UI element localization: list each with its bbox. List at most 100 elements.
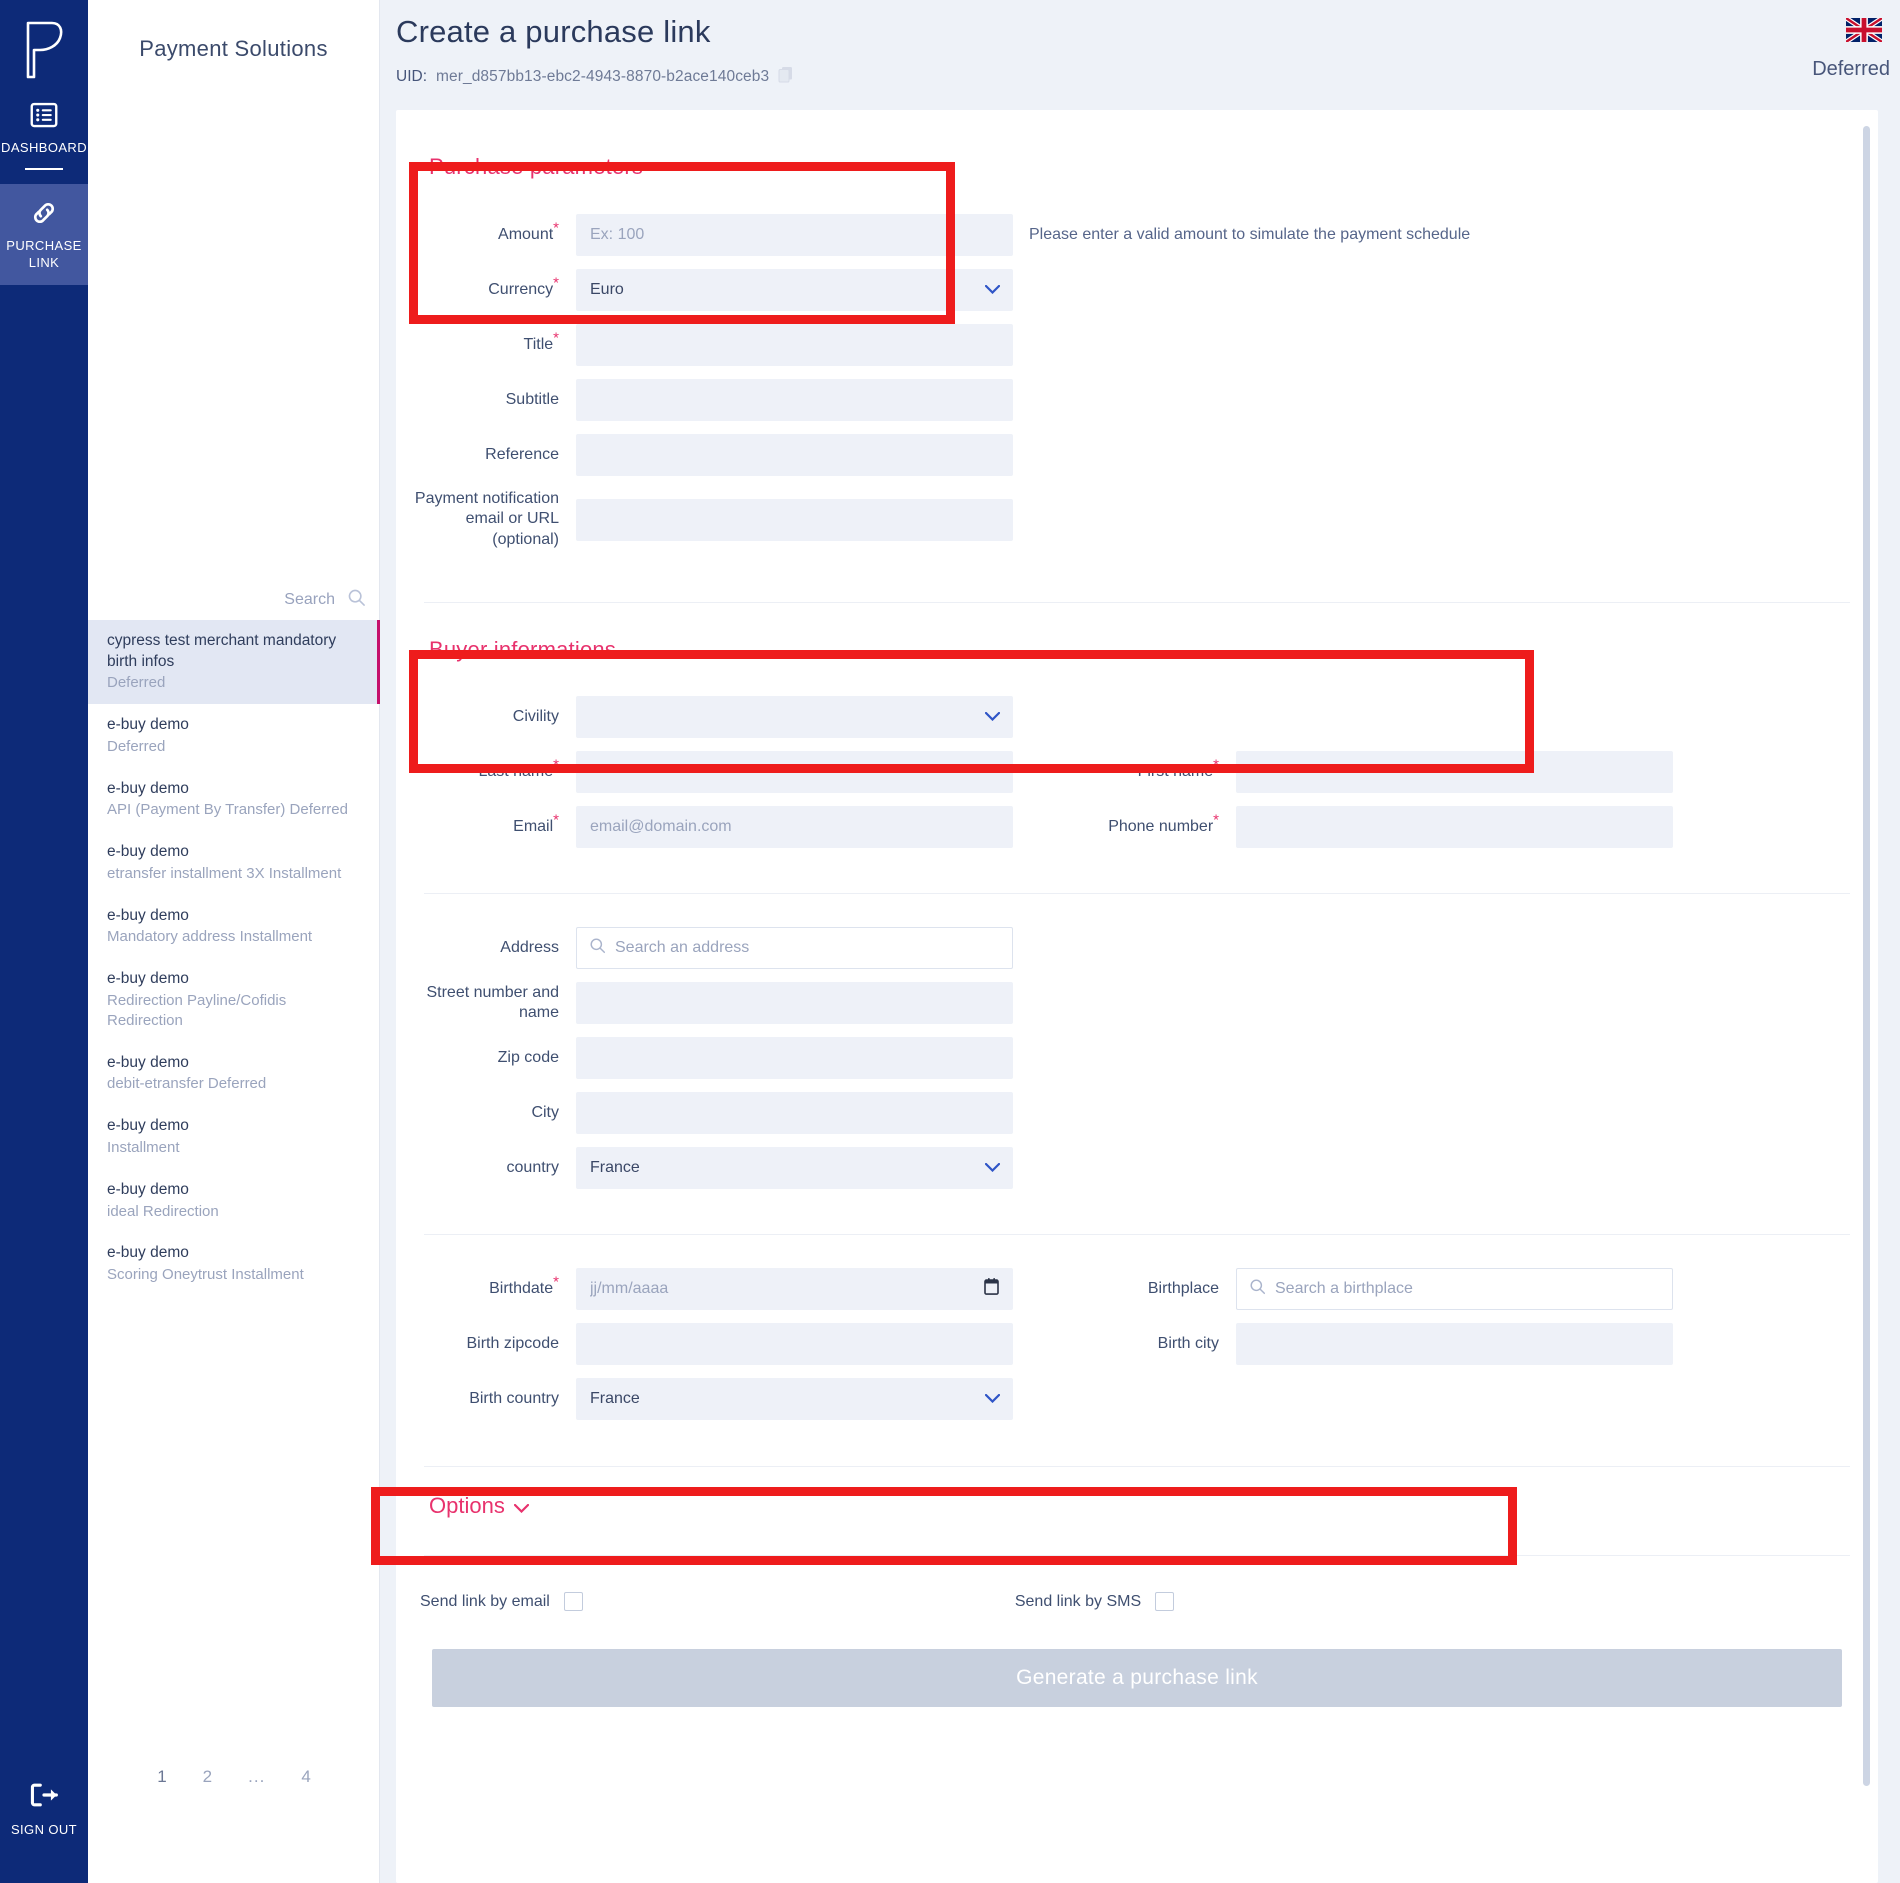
last-name-input[interactable] — [576, 751, 1013, 794]
title-input[interactable] — [576, 324, 1013, 366]
search-icon — [1249, 1278, 1266, 1300]
calendar-icon[interactable] — [984, 1278, 999, 1301]
merchant-list-item[interactable]: e-buy demo debit-etransfer Deferred — [88, 1042, 380, 1106]
merchant-name: e-buy demo — [107, 1244, 189, 1262]
birth-row: Birthdate* jj/mm/aaaa Birthplace Search … — [396, 1268, 1878, 1311]
copy-icon[interactable] — [778, 66, 793, 88]
birthplace-search[interactable] — [1236, 1268, 1673, 1311]
subtitle-input[interactable] — [576, 379, 1013, 421]
search-input[interactable] — [175, 591, 335, 609]
birthplace-input[interactable] — [1266, 1268, 1656, 1311]
send-email-checkbox[interactable] — [563, 1592, 583, 1612]
birthdate-input[interactable] — [576, 1268, 1013, 1311]
left-nav-rail: DASHBOARD PURCHASE LINK SIGN OUT — [0, 0, 88, 1883]
notification-input[interactable] — [576, 498, 1013, 541]
uk-flag-icon[interactable] — [1844, 16, 1884, 44]
birth-country-label: Birth country — [469, 1390, 559, 1408]
app-root: DASHBOARD PURCHASE LINK SIGN OUT Payment… — [0, 0, 1900, 1883]
merchant-mode: Deferred — [107, 737, 166, 755]
divider-4 — [424, 1466, 1850, 1468]
merchant-list-item[interactable]: e-buy demo etransfer installment 3X Insta… — [88, 831, 380, 895]
country-select[interactable] — [576, 1147, 1013, 1190]
email-input[interactable] — [576, 806, 1013, 849]
birthplace-label: Birthplace — [1147, 1280, 1219, 1298]
birth-zip-city-row: Birth zipcode Birth city — [396, 1323, 1878, 1366]
merchant-list-item[interactable]: e-buy demo API (Payment By Transfer) Defe… — [88, 768, 380, 832]
submit-area: Generate a purchase link — [432, 1649, 1842, 1708]
contact-row: Email* Phone number* — [396, 806, 1878, 849]
buyer-informations-title: Buyer informations — [429, 637, 617, 663]
currency-select[interactable] — [576, 269, 1013, 311]
notification-row: Payment notification email or URL (optio… — [396, 489, 1878, 550]
address-search[interactable] — [576, 927, 1013, 970]
merchant-mode: Installment — [107, 1138, 180, 1156]
reference-input[interactable] — [576, 434, 1013, 476]
pagination: 1 2... 4 — [88, 1767, 380, 1787]
generate-purchase-link-button[interactable]: Generate a purchase link — [432, 1649, 1842, 1708]
civility-label: Civility — [512, 708, 559, 726]
title-label: Title* — [523, 329, 559, 353]
pagination-page[interactable]: 4 — [301, 1767, 310, 1787]
divider-1 — [424, 602, 1850, 604]
amount-row: Amount* Please enter a valid amount to s… — [396, 214, 1878, 256]
options-section: Options — [396, 1493, 1878, 1519]
divider-2 — [424, 893, 1850, 895]
sign-out-button[interactable]: SIGN OUT — [0, 1781, 88, 1837]
country-value[interactable] — [576, 1147, 1013, 1190]
civility-select[interactable] — [576, 696, 1013, 739]
send-sms-option[interactable]: Send link by SMS — [1014, 1592, 1175, 1612]
send-sms-label: Send link by SMS — [1014, 1592, 1142, 1610]
merchant-search-row — [88, 588, 380, 612]
divider-5 — [424, 1555, 1850, 1557]
divider-3 — [424, 1234, 1850, 1236]
search-icon[interactable] — [347, 588, 366, 612]
chain-link-icon — [27, 196, 61, 230]
merchant-list-item[interactable]: e-buy demo ideal Redirection — [88, 1169, 380, 1233]
birth-country-select[interactable] — [576, 1378, 1013, 1421]
birth-zipcode-input[interactable] — [576, 1323, 1013, 1366]
merchant-name: e-buy demo — [107, 779, 189, 797]
options-toggle[interactable]: Options — [429, 1493, 529, 1519]
sidebar-item-purchase-link[interactable]: PURCHASE LINK — [0, 184, 88, 286]
merchant-name: e-buy demo — [107, 1053, 189, 1071]
vertical-scrollbar[interactable] — [1863, 126, 1870, 1786]
merchant-list-item[interactable]: e-buy demo Mandatory address Installment — [88, 895, 380, 959]
options-title: Options — [429, 1493, 505, 1519]
birthdate-field[interactable] — [576, 1268, 1013, 1311]
pagination-page[interactable]: 1 — [157, 1767, 166, 1787]
amount-input[interactable] — [576, 214, 1013, 256]
merchant-name: e-buy demo — [107, 1180, 189, 1198]
subtitle-label: Subtitle — [505, 390, 559, 408]
merchant-list-item[interactable]: cypress test merchant mandatory birth in… — [88, 620, 380, 705]
merchant-list-item[interactable]: e-buy demo Installment — [88, 1105, 380, 1169]
address-input[interactable] — [606, 927, 996, 970]
first-name-input[interactable] — [1236, 751, 1673, 794]
sidebar-item-dashboard[interactable]: DASHBOARD — [0, 86, 88, 184]
merchant-list-item[interactable]: e-buy demo Redirection Payline/Cofidis Re… — [88, 958, 380, 1041]
street-input[interactable] — [576, 982, 1013, 1025]
merchant-list-item[interactable]: e-buy demo Scoring Oneytrust Installment — [88, 1232, 380, 1296]
uid-row: UID: mer_d857bb13-ebc2-4943-8870-b2ace14… — [396, 66, 1900, 88]
merchant-mode: etransfer installment 3X Installment — [107, 864, 342, 882]
city-input[interactable] — [576, 1092, 1013, 1135]
civility-value[interactable] — [576, 696, 1013, 739]
names-row: Last name* First name* — [396, 751, 1878, 794]
pagination-page[interactable]: 2 — [203, 1767, 212, 1787]
form-card: Purchase parameters Amount* Please enter… — [396, 110, 1878, 1883]
birth-city-input[interactable] — [1236, 1323, 1673, 1366]
currency-value[interactable] — [576, 269, 1013, 311]
merchant-panel: Payment Solutions cypress test merchant … — [88, 0, 380, 1883]
amount-hint: Please enter a valid amount to simulate … — [1029, 226, 1471, 243]
merchant-list-item[interactable]: e-buy demo Deferred — [88, 704, 380, 768]
send-sms-checkbox[interactable] — [1155, 1592, 1175, 1612]
birth-country-value[interactable] — [576, 1378, 1013, 1421]
merchant-mode: Redirection Payline/Cofidis Redirection — [107, 991, 287, 1029]
pagination-ellipsis: ... — [248, 1767, 266, 1786]
send-email-option[interactable]: Send link by email — [420, 1592, 583, 1612]
required-marker: * — [553, 219, 559, 237]
zip-input[interactable] — [576, 1037, 1013, 1080]
sidebar-item-purchase-link-label: PURCHASE LINK — [6, 238, 82, 271]
title-row: Title* — [396, 324, 1878, 366]
birth-city-label: Birth city — [1157, 1335, 1219, 1353]
phone-input[interactable] — [1236, 806, 1673, 849]
